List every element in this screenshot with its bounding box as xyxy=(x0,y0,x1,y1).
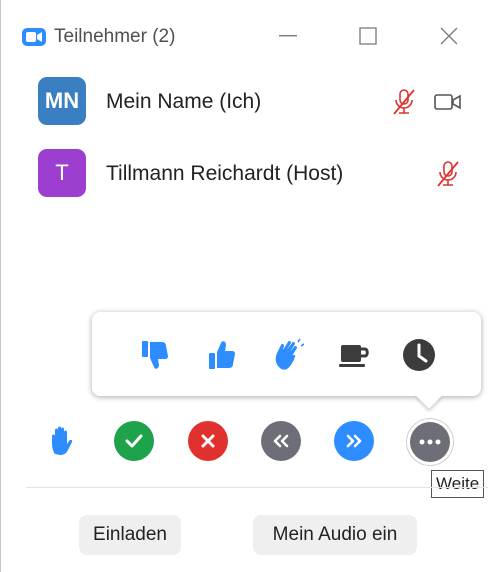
join-audio-button[interactable]: Mein Audio ein xyxy=(253,515,417,555)
tooltip: Weite xyxy=(431,470,485,498)
participant-row[interactable]: T Tillmann Reichardt (Host) xyxy=(0,144,488,204)
microphone-muted-icon[interactable] xyxy=(430,156,466,192)
avatar: MN xyxy=(38,77,86,125)
yes-button[interactable] xyxy=(114,421,154,461)
participant-name: Mein Name (Ich) xyxy=(106,90,262,113)
zoom-app-icon xyxy=(22,28,46,46)
no-button[interactable] xyxy=(188,421,228,461)
faster-button[interactable] xyxy=(334,421,374,461)
participants-window: Teilnehmer (2) MN Mein Name (Ich) T Till… xyxy=(0,0,488,572)
minimize-icon xyxy=(279,35,297,37)
minimize-button[interactable] xyxy=(270,24,306,48)
thumbs-down-icon[interactable] xyxy=(135,335,175,375)
close-icon xyxy=(440,27,458,45)
close-button[interactable] xyxy=(431,24,467,48)
window-title: Teilnehmer (2) xyxy=(54,26,176,47)
ellipsis-icon xyxy=(419,439,441,445)
participant-row[interactable]: MN Mein Name (Ich) xyxy=(0,72,488,132)
coffee-cup-icon[interactable] xyxy=(334,335,374,375)
thumbs-up-icon[interactable] xyxy=(202,335,242,375)
raise-hand-icon xyxy=(52,426,73,455)
microphone-muted-icon[interactable] xyxy=(386,84,422,120)
participant-name: Tillmann Reichardt (Host) xyxy=(106,162,344,185)
maximize-icon xyxy=(359,27,377,45)
slower-button[interactable] xyxy=(261,421,301,461)
x-icon xyxy=(201,434,215,448)
video-camera-icon[interactable] xyxy=(430,86,466,118)
title-bar: Teilnehmer (2) xyxy=(0,0,488,72)
maximize-button[interactable] xyxy=(350,24,386,48)
raise-hand-button[interactable] xyxy=(42,421,82,461)
clock-icon[interactable] xyxy=(399,335,439,375)
clapping-hands-icon[interactable] xyxy=(268,335,308,375)
double-chevron-left-icon xyxy=(273,434,289,448)
avatar: T xyxy=(38,149,86,197)
double-chevron-right-icon xyxy=(346,434,362,448)
more-button[interactable] xyxy=(410,422,450,462)
invite-button[interactable]: Einladen xyxy=(79,515,181,555)
divider xyxy=(26,487,488,488)
checkmark-icon xyxy=(125,434,143,448)
